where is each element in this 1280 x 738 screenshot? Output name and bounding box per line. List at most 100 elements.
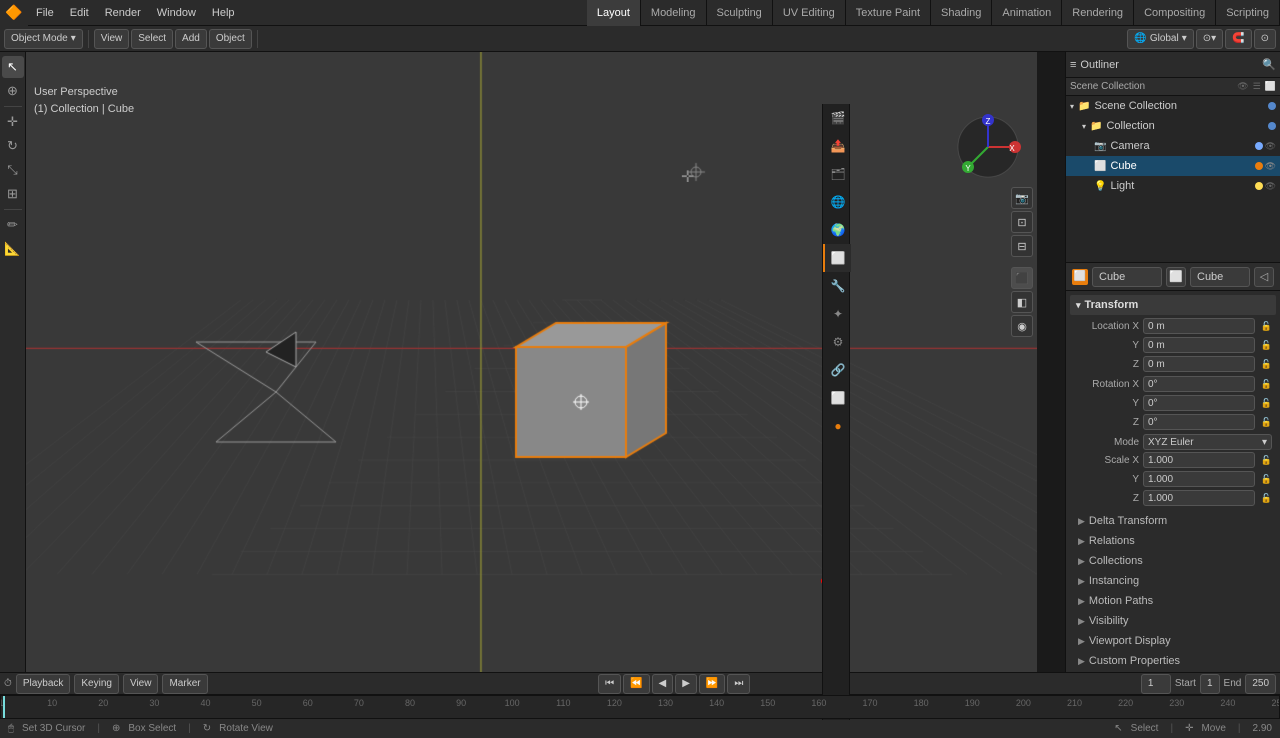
prop-tab-material[interactable]: ● xyxy=(823,412,851,440)
scale-y-input[interactable]: 1.000 xyxy=(1143,471,1255,487)
viewport-gizmo[interactable]: X Y Z xyxy=(953,112,1023,182)
scale-tool-btn[interactable]: ⤡ xyxy=(2,159,24,181)
jump-start-btn[interactable]: ⏮ xyxy=(598,674,621,694)
move-tool-btn[interactable]: ✛ xyxy=(2,111,24,133)
prop-tab-view-layer[interactable]: 🗂 xyxy=(823,160,851,188)
keying-menu[interactable]: Keying xyxy=(74,674,119,694)
menu-window[interactable]: Window xyxy=(149,0,204,26)
camera-view-btn[interactable]: 📷 xyxy=(1011,187,1033,209)
snap-btn[interactable]: 🧲 xyxy=(1225,29,1251,49)
shading-solid-btn[interactable]: ⬛ xyxy=(1011,267,1033,289)
transform-section-header[interactable]: ▾ Transform xyxy=(1070,295,1276,315)
select-menu[interactable]: Select xyxy=(131,29,173,49)
playback-menu[interactable]: Playback xyxy=(16,674,71,694)
add-menu[interactable]: Add xyxy=(175,29,207,49)
location-y-input[interactable]: 0 m xyxy=(1143,337,1255,353)
location-z-input[interactable]: 0 m xyxy=(1143,356,1255,372)
tab-sculpting[interactable]: Sculpting xyxy=(707,0,773,26)
xray-toggle-btn[interactable]: ⊟ xyxy=(1011,235,1033,257)
pivot-point[interactable]: ⊙▾ xyxy=(1196,29,1223,49)
tab-scripting[interactable]: Scripting xyxy=(1216,0,1280,26)
motion-paths-section[interactable]: ▶ Motion Paths xyxy=(1070,591,1276,611)
prop-tab-data[interactable]: ⬜ xyxy=(823,384,851,412)
rotation-x-input[interactable]: 0° xyxy=(1143,376,1255,392)
transform-orientation[interactable]: 🌐 Global ▾ xyxy=(1127,29,1193,49)
end-frame-input[interactable]: 250 xyxy=(1245,674,1276,694)
prop-data-name-btn[interactable]: ⬜ xyxy=(1166,267,1186,287)
tab-compositing[interactable]: Compositing xyxy=(1134,0,1216,26)
menu-edit[interactable]: Edit xyxy=(62,0,97,26)
3d-viewport[interactable]: User Perspective (1) Collection | Cube X… xyxy=(26,52,1037,672)
rotation-z-lock-icon[interactable]: 🔓 xyxy=(1261,417,1272,428)
tab-texture-paint[interactable]: Texture Paint xyxy=(846,0,931,26)
proportional-edit[interactable]: ⊙ xyxy=(1254,29,1276,49)
scale-y-lock-icon[interactable]: 🔓 xyxy=(1261,474,1272,485)
menu-help[interactable]: Help xyxy=(204,0,243,26)
scale-z-input[interactable]: 1.000 xyxy=(1143,490,1255,506)
camera-vis-icon[interactable]: 👁 xyxy=(1265,141,1276,152)
perspective-toggle-btn[interactable]: ⊡ xyxy=(1011,211,1033,233)
visibility-section[interactable]: ▶ Visibility xyxy=(1070,611,1276,631)
rotation-mode-dropdown[interactable]: XYZ Euler ▾ xyxy=(1143,434,1272,450)
prop-tab-output[interactable]: 📤 xyxy=(823,132,851,160)
filter-icon[interactable]: 🔍 xyxy=(1262,58,1276,71)
prop-tab-constraints[interactable]: 🔗 xyxy=(823,356,851,384)
next-frame-btn[interactable]: ⏩ xyxy=(699,674,725,694)
outliner-scene-collection[interactable]: ▾ 📁 Scene Collection xyxy=(1066,96,1280,116)
scale-z-lock-icon[interactable]: 🔓 xyxy=(1261,493,1272,504)
custom-properties-section[interactable]: ▶ Custom Properties xyxy=(1070,651,1276,671)
play-reverse-btn[interactable]: ◀ xyxy=(652,674,674,694)
tab-modeling[interactable]: Modeling xyxy=(641,0,707,26)
blender-logo[interactable]: 🔶 xyxy=(0,0,28,26)
rotation-y-input[interactable]: 0° xyxy=(1143,395,1255,411)
start-frame-input[interactable]: 1 xyxy=(1200,674,1220,694)
light-vis-icon[interactable]: 👁 xyxy=(1265,181,1276,192)
outliner-cube[interactable]: ⬜ Cube 👁 xyxy=(1066,156,1280,176)
object-menu[interactable]: Object xyxy=(209,29,252,49)
timeline-view-menu[interactable]: View xyxy=(123,674,159,694)
jump-end-btn[interactable]: ⏭ xyxy=(727,674,750,694)
timeline-scrubber[interactable]: 1102030405060708090100110120130140150160… xyxy=(0,695,1280,719)
instancing-section[interactable]: ▶ Instancing xyxy=(1070,571,1276,591)
tab-animation[interactable]: Animation xyxy=(992,0,1062,26)
prop-browse-btn[interactable]: ◁ xyxy=(1254,267,1274,287)
current-frame-display[interactable]: 1 xyxy=(1141,674,1171,694)
prev-frame-btn[interactable]: ⏪ xyxy=(623,674,649,694)
view-menu[interactable]: View xyxy=(94,29,130,49)
cursor-tool-btn[interactable]: ⊕ xyxy=(2,80,24,102)
tab-uv-editing[interactable]: UV Editing xyxy=(773,0,846,26)
delta-transform-section[interactable]: ▶ Delta Transform xyxy=(1070,511,1276,531)
prop-object-name-field[interactable]: Cube xyxy=(1092,267,1162,287)
shading-material-btn[interactable]: ◧ xyxy=(1011,291,1033,313)
collections-section[interactable]: ▶ Collections xyxy=(1070,551,1276,571)
select-tool-btn[interactable]: ↖ xyxy=(2,56,24,78)
rotate-tool-btn[interactable]: ↻ xyxy=(2,135,24,157)
object-mode-dropdown[interactable]: Object Mode ▾ xyxy=(4,29,83,49)
cube-vis-icon[interactable]: 👁 xyxy=(1265,161,1276,172)
tab-shading[interactable]: Shading xyxy=(931,0,992,26)
annotate-btn[interactable]: ✏ xyxy=(2,214,24,236)
location-y-lock-icon[interactable]: 🔓 xyxy=(1261,340,1272,351)
prop-tab-world[interactable]: 🌍 xyxy=(823,216,851,244)
prop-tab-scene[interactable]: 🌐 xyxy=(823,188,851,216)
scale-x-lock-icon[interactable]: 🔓 xyxy=(1261,455,1272,466)
shading-render-btn[interactable]: ◉ xyxy=(1011,315,1033,337)
prop-tab-object[interactable]: ⬜ xyxy=(823,244,851,272)
rotation-z-input[interactable]: 0° xyxy=(1143,414,1255,430)
play-btn[interactable]: ▶ xyxy=(675,674,697,694)
location-x-input[interactable]: 0 m xyxy=(1143,318,1255,334)
menu-render[interactable]: Render xyxy=(97,0,149,26)
prop-tab-particles[interactable]: ✦ xyxy=(823,300,851,328)
prop-tab-modifiers[interactable]: 🔧 xyxy=(823,272,851,300)
marker-menu[interactable]: Marker xyxy=(162,674,207,694)
location-x-lock-icon[interactable]: 🔓 xyxy=(1261,321,1272,332)
measure-btn[interactable]: 📐 xyxy=(2,238,24,260)
rotation-x-lock-icon[interactable]: 🔓 xyxy=(1261,379,1272,390)
prop-tab-render[interactable]: 🎬 xyxy=(823,104,851,132)
tab-layout[interactable]: Layout xyxy=(587,0,641,26)
transform-tool-btn[interactable]: ⊞ xyxy=(2,183,24,205)
relations-section[interactable]: ▶ Relations xyxy=(1070,531,1276,551)
outliner-collection[interactable]: ▾ 📁 Collection xyxy=(1066,116,1280,136)
outliner-light[interactable]: 💡 Light 👁 xyxy=(1066,176,1280,196)
menu-file[interactable]: File xyxy=(28,0,62,26)
